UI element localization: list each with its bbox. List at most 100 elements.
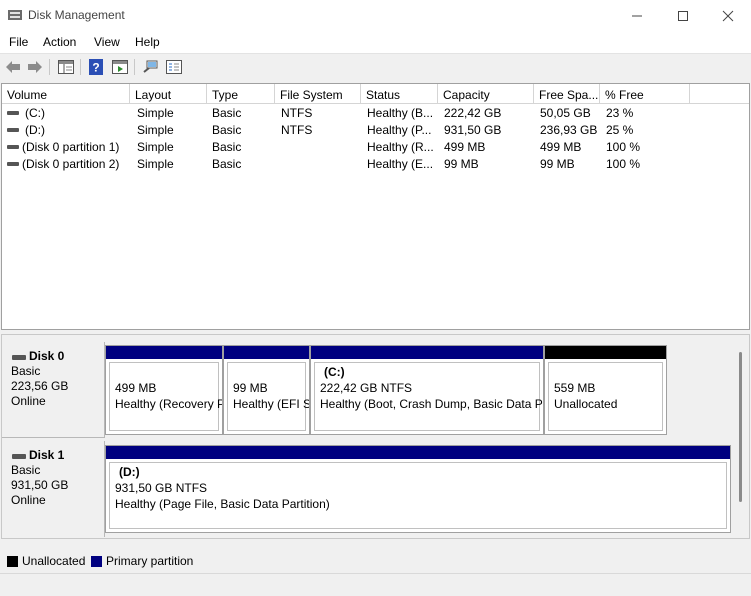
cell-status: Healthy (P... — [367, 123, 432, 137]
table-row[interactable]: (D:) Simple Basic NTFS Healthy (P... 931… — [2, 121, 749, 138]
column-header-free-space[interactable]: Free Spa... — [534, 84, 600, 104]
column-header-capacity[interactable]: Capacity — [438, 84, 534, 104]
primary-partition-bar — [106, 346, 222, 359]
column-header-file-system[interactable]: File System — [275, 84, 361, 104]
partition-c[interactable]: (C:) 222,42 GB NTFS Healthy (Boot, Crash… — [310, 345, 544, 435]
partition-size: 559 MB — [554, 381, 596, 395]
cell-free-space: 99 MB — [540, 157, 575, 171]
properties-icon — [166, 60, 182, 74]
cell-layout: Simple — [137, 123, 174, 137]
disk-0-label[interactable]: Disk 0 Basic 223,56 GB Online — [2, 342, 105, 438]
cell-status: Healthy (R... — [367, 140, 434, 154]
cell-percent-free: 100 % — [606, 157, 641, 171]
help-button[interactable]: ? — [86, 58, 106, 76]
disk-name: Disk 0 — [29, 349, 65, 363]
column-header-layout[interactable]: Layout — [130, 84, 207, 104]
show-hide-console-tree-button[interactable] — [56, 58, 76, 76]
maximize-button[interactable] — [660, 0, 706, 31]
partition-size: 222,42 GB NTFS — [320, 381, 413, 395]
cell-free-space: 499 MB — [540, 140, 582, 154]
partition-body: 559 MB Unallocated — [548, 362, 663, 431]
show-hide-action-pane-icon — [112, 60, 128, 74]
close-button[interactable] — [705, 0, 751, 31]
disk-name: Disk 1 — [29, 448, 65, 462]
help-icon: ? — [89, 59, 103, 75]
svg-text:?: ? — [92, 61, 99, 75]
cell-free-space: 236,93 GB — [540, 123, 598, 137]
back-arrow-icon — [6, 61, 20, 73]
partition-d[interactable]: (D:) 931,50 GB NTFS Healthy (Page File, … — [105, 445, 731, 533]
toolbar-separator — [134, 59, 135, 75]
column-header-volume[interactable]: Volume — [2, 84, 130, 104]
volume-list[interactable]: Volume Layout Type File System Status Ca… — [1, 83, 750, 330]
menu-action[interactable]: Action — [43, 35, 76, 49]
primary-partition-swatch — [91, 556, 102, 567]
disk-map: Disk 0 Basic 223,56 GB Online 499 MB Hea… — [1, 334, 750, 539]
cell-capacity: 931,50 GB — [444, 123, 502, 137]
cell-status: Healthy (B... — [367, 106, 434, 120]
table-row[interactable]: (Disk 0 partition 2) Simple Basic Health… — [2, 155, 749, 172]
unallocated-bar — [545, 346, 666, 359]
partition-recovery[interactable]: 499 MB Healthy (Recovery P — [105, 345, 223, 435]
minimize-button[interactable] — [614, 0, 660, 31]
volume-icon — [7, 128, 19, 132]
toolbar: ? — [0, 53, 751, 80]
close-icon — [722, 10, 734, 21]
menu-help[interactable]: Help — [135, 35, 160, 49]
cell-volume: (Disk 0 partition 1) — [22, 140, 120, 154]
partition-unallocated[interactable]: 559 MB Unallocated — [544, 345, 667, 435]
column-header-status[interactable]: Status — [361, 84, 438, 104]
toolbar-separator — [49, 59, 50, 75]
cell-layout: Simple — [137, 157, 174, 171]
cell-percent-free: 23 % — [606, 106, 634, 120]
show-hide-action-pane-button[interactable] — [110, 58, 130, 76]
cell-percent-free: 25 % — [606, 123, 634, 137]
disk-icon — [12, 355, 26, 360]
properties-button[interactable] — [164, 58, 184, 76]
disk-type: Basic — [11, 364, 41, 378]
connect-button[interactable] — [141, 58, 161, 76]
disk-state: Online — [11, 394, 46, 408]
cell-volume: (D:) — [25, 123, 45, 137]
title-bar: Disk Management — [0, 0, 751, 31]
partition-efi[interactable]: 99 MB Healthy (EFI S — [223, 345, 310, 435]
partition-status: Healthy (EFI S — [233, 397, 310, 411]
table-row[interactable]: (Disk 0 partition 1) Simple Basic Health… — [2, 138, 749, 155]
disk-1-label[interactable]: Disk 1 Basic 931,50 GB Online — [2, 441, 105, 537]
cell-capacity: 222,42 GB — [444, 106, 502, 120]
disk-size: 931,50 GB — [11, 478, 69, 492]
partition-body: (C:) 222,42 GB NTFS Healthy (Boot, Crash… — [314, 362, 543, 431]
partition-body: 499 MB Healthy (Recovery P — [109, 362, 222, 431]
forward-arrow-icon — [28, 61, 42, 73]
partition-body: 99 MB Healthy (EFI S — [227, 362, 309, 431]
legend: Unallocated Primary partition — [0, 549, 751, 573]
cell-volume: (Disk 0 partition 2) — [22, 157, 120, 171]
column-header-spacer — [690, 84, 749, 104]
back-button[interactable] — [3, 58, 23, 76]
cell-file-system: NTFS — [281, 106, 313, 120]
partition-body: (D:) 931,50 GB NTFS Healthy (Page File, … — [109, 462, 727, 529]
partition-status: Healthy (Recovery P — [115, 397, 223, 411]
column-header-percent-free[interactable]: % Free — [600, 84, 690, 104]
cell-volume: (C:) — [25, 106, 45, 120]
menu-view[interactable]: View — [94, 35, 120, 49]
volume-icon — [7, 162, 19, 166]
partition-size: 499 MB — [115, 381, 157, 395]
primary-partition-bar — [106, 446, 730, 459]
vertical-scrollbar[interactable] — [739, 352, 742, 502]
menu-file[interactable]: File — [9, 35, 28, 49]
partition-title: (C:) — [324, 365, 345, 379]
status-bar — [0, 573, 751, 596]
table-row[interactable]: (C:) Simple Basic NTFS Healthy (B... 222… — [2, 104, 749, 121]
disk-icon — [12, 454, 26, 459]
column-header-type[interactable]: Type — [207, 84, 275, 104]
disk-type: Basic — [11, 463, 41, 477]
cell-free-space: 50,05 GB — [540, 106, 591, 120]
forward-button[interactable] — [25, 58, 45, 76]
volume-icon — [7, 111, 19, 115]
cell-file-system: NTFS — [281, 123, 313, 137]
menu-bar: File Action View Help — [0, 31, 751, 53]
partition-status: Healthy (Boot, Crash Dump, Basic Data Pa — [320, 397, 544, 411]
cell-type: Basic — [212, 140, 242, 154]
minimize-icon — [632, 15, 642, 16]
